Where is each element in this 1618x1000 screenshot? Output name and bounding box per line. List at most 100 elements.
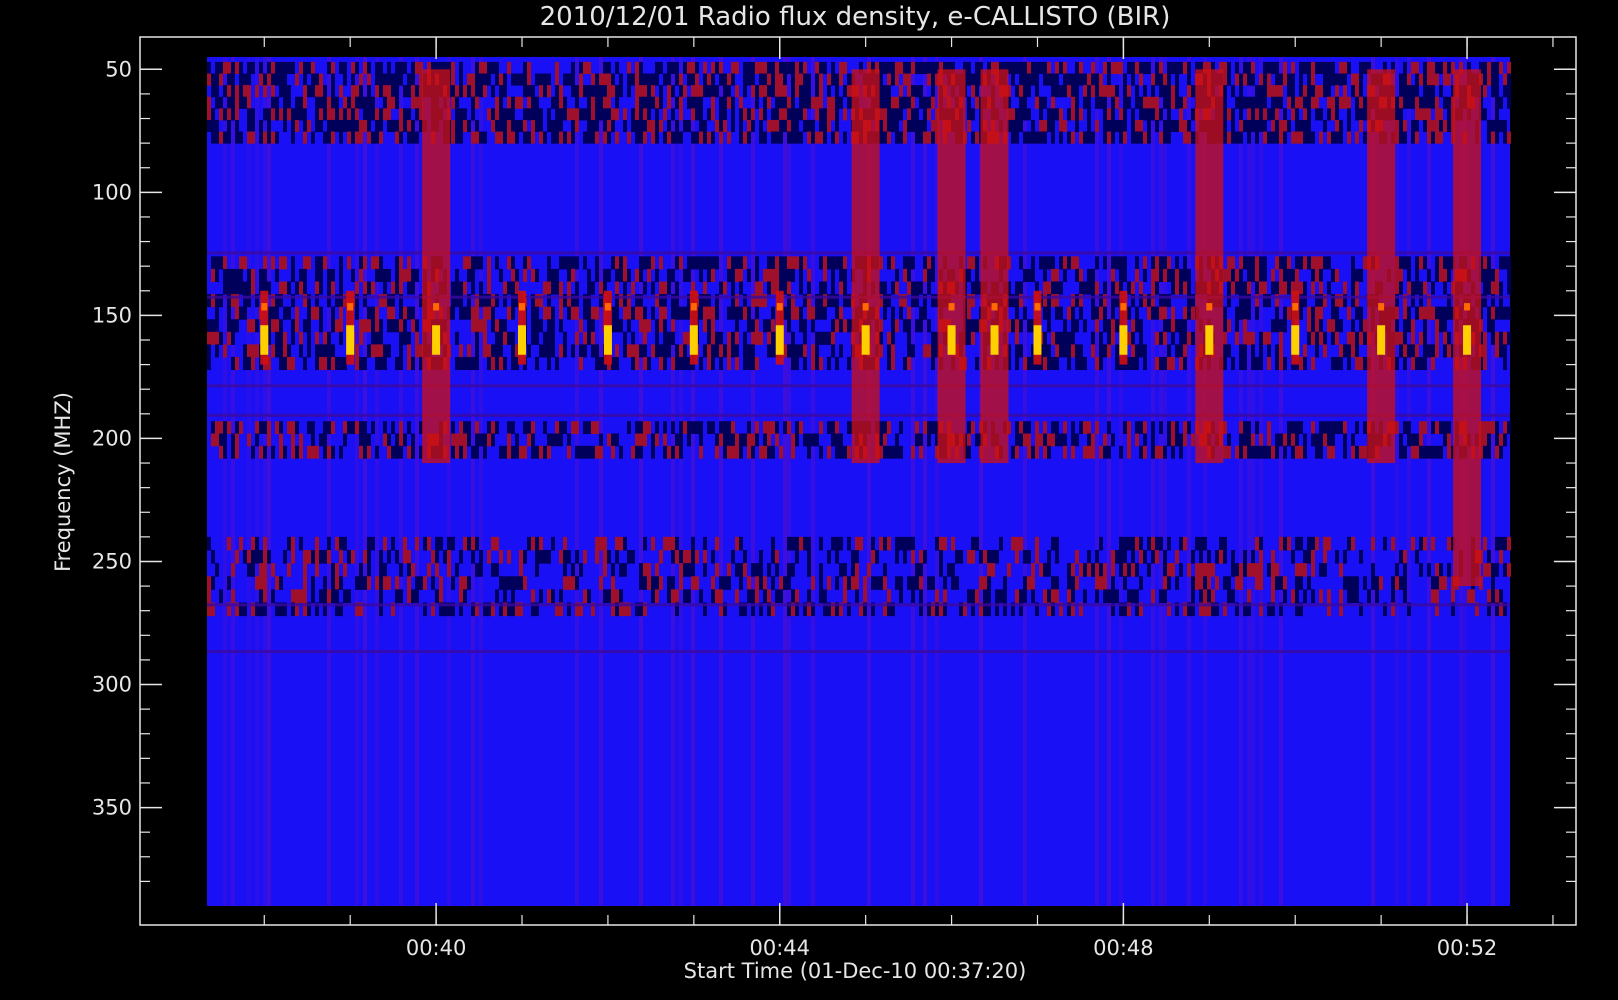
band-cell: [1027, 576, 1031, 590]
band-cell: [1095, 85, 1099, 98]
band-cell: [335, 356, 339, 371]
band-cell: [883, 108, 887, 121]
band-cell: [1059, 433, 1063, 447]
band-cell: [1187, 281, 1191, 295]
band-cell: [631, 344, 635, 358]
band-cell: [779, 61, 783, 75]
band-cell: [555, 85, 559, 98]
band-cell: [211, 108, 215, 121]
band-cell: [1043, 421, 1047, 435]
band-cell: [983, 576, 987, 590]
band-cell: [563, 256, 567, 270]
band-cell: [1071, 331, 1075, 345]
band-cell: [1107, 589, 1111, 603]
band-cell: [1355, 306, 1359, 320]
burst-core-10: [1033, 325, 1042, 355]
band-cell: [1111, 256, 1115, 270]
band-cell: [1499, 549, 1503, 564]
band-cell: [919, 281, 923, 295]
band-cell: [375, 85, 379, 98]
band-cell: [731, 108, 735, 121]
band-cell: [827, 576, 831, 590]
band-cell: [495, 131, 499, 144]
band-cell: [607, 433, 611, 447]
band-cell: [1271, 319, 1275, 333]
band-cell: [803, 85, 807, 98]
band-cell: [807, 268, 811, 282]
band-cell: [1231, 589, 1235, 603]
band-cell: [647, 268, 651, 282]
band-cell: [1307, 108, 1311, 121]
band-cell: [379, 576, 383, 590]
band-cell: [1339, 96, 1343, 109]
band-cell: [799, 256, 803, 270]
band-cell: [1191, 85, 1195, 98]
band-cell: [675, 119, 679, 133]
streak: [751, 57, 755, 906]
band-cell: [555, 61, 559, 75]
band-cell: [1487, 281, 1491, 295]
band-cell: [683, 549, 687, 564]
band-cell: [1419, 331, 1423, 345]
band-cell: [723, 85, 727, 98]
band-cell: [1155, 61, 1159, 75]
band-cell: [251, 61, 255, 75]
band-cell: [691, 576, 695, 590]
band-cell: [631, 119, 635, 133]
band-cell: [1091, 563, 1095, 577]
band-cell: [1039, 131, 1043, 144]
band-cell: [903, 536, 907, 551]
band-cell: [1347, 131, 1351, 144]
band-cell: [615, 344, 619, 358]
band-cell: [1027, 319, 1031, 333]
band-cell: [235, 108, 239, 121]
band-cell: [1167, 356, 1171, 371]
band-cell: [887, 85, 891, 98]
band-cell: [1327, 96, 1331, 109]
band-cell: [1095, 306, 1099, 320]
band-cell: [1507, 306, 1511, 320]
band-cell: [671, 61, 675, 75]
band-cell: [1159, 256, 1163, 270]
band-cell: [459, 108, 463, 121]
band-cell: [731, 549, 735, 564]
band-cell: [1031, 445, 1035, 459]
band-cell: [951, 563, 955, 577]
band-cell: [1263, 268, 1267, 282]
band-cell: [1071, 108, 1075, 121]
band-cell: [751, 85, 755, 98]
band-cell: [755, 421, 759, 435]
band-cell: [687, 256, 691, 270]
band-cell: [487, 344, 491, 358]
band-cell: [1199, 576, 1203, 590]
band-cell: [843, 61, 847, 75]
band-cell: [751, 356, 755, 371]
band-cell: [1311, 131, 1315, 144]
band-cell: [455, 563, 459, 577]
band-cell: [1223, 73, 1227, 86]
band-cell: [1143, 61, 1147, 75]
band-cell: [475, 356, 479, 371]
band-cell: [723, 119, 727, 133]
band-cell: [751, 73, 755, 86]
band-cell: [1347, 344, 1351, 358]
band-cell: [707, 356, 711, 371]
band-cell: [367, 96, 371, 109]
band-cell: [775, 85, 779, 98]
band-cell: [759, 119, 763, 133]
band-cell: [1127, 85, 1131, 98]
band-cell: [399, 563, 403, 577]
band-cell: [571, 108, 575, 121]
band-cell: [1291, 108, 1295, 121]
band-cell: [1071, 576, 1075, 590]
band-cell: [407, 576, 411, 590]
band-cell: [559, 306, 563, 320]
band-cell: [1503, 356, 1507, 371]
band-cell: [1171, 85, 1175, 98]
band-cell: [1495, 433, 1499, 447]
band-cell: [823, 108, 827, 121]
band-cell: [1155, 306, 1159, 320]
band-cell: [503, 319, 507, 333]
band-cell: [1427, 344, 1431, 358]
band-cell: [1163, 549, 1167, 564]
